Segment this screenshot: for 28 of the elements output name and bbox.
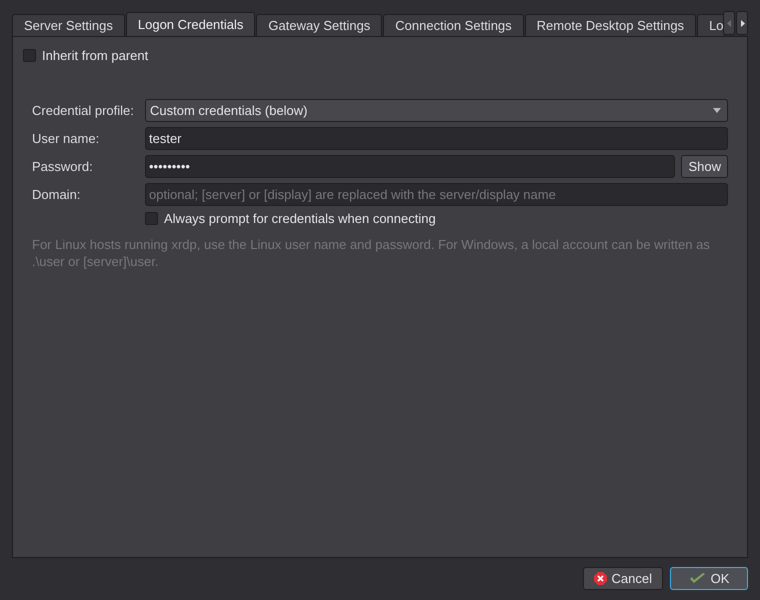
close-icon: [594, 572, 607, 585]
field-label: User name:: [32, 131, 100, 146]
checkbox[interactable]: [145, 212, 158, 225]
tab[interactable]: Server Settings: [12, 14, 125, 36]
domain-field[interactable]: optional; [server] or [display] are replaced with the server/display name: [145, 183, 728, 206]
help-text: For Linux hosts running xrdp, use the Linux user name and password. For Windows, a local account can be written as .\user or [server]\user.: [32, 236, 711, 270]
left-arrow-icon: [726, 20, 732, 26]
checkmark-icon: [688, 572, 706, 585]
tab[interactable]: Remote Desktop Settings: [524, 14, 696, 36]
cancel-button[interactable]: Cancel: [582, 567, 663, 590]
checkbox[interactable]: [23, 49, 36, 62]
show-button[interactable]: Show: [681, 155, 728, 178]
checkbox-label: Always prompt for credentials when connecting: [164, 211, 436, 226]
tab[interactable]: Connection Settings: [383, 14, 524, 36]
field-label: Credential profile:: [32, 103, 135, 118]
ok-button[interactable]: OK: [670, 567, 748, 590]
tab[interactable]: Gateway Settings: [256, 14, 382, 36]
checkbox-label: Inherit from parent: [42, 48, 148, 63]
field-label: Password:: [32, 159, 94, 174]
tab[interactable]: Logon Credentials: [126, 12, 256, 36]
tab[interactable]: Lo: [697, 14, 723, 36]
right-arrow-icon: [740, 20, 744, 26]
password-field[interactable]: •••••••••: [145, 155, 676, 178]
scroll-right-button[interactable]: [736, 11, 748, 35]
field-label: Domain:: [32, 187, 82, 202]
user-name-field[interactable]: tester: [145, 127, 728, 150]
credential-profile-dropdown[interactable]: Custom credentials (below): [145, 99, 728, 122]
dropdown-arrow-icon: [713, 108, 721, 113]
